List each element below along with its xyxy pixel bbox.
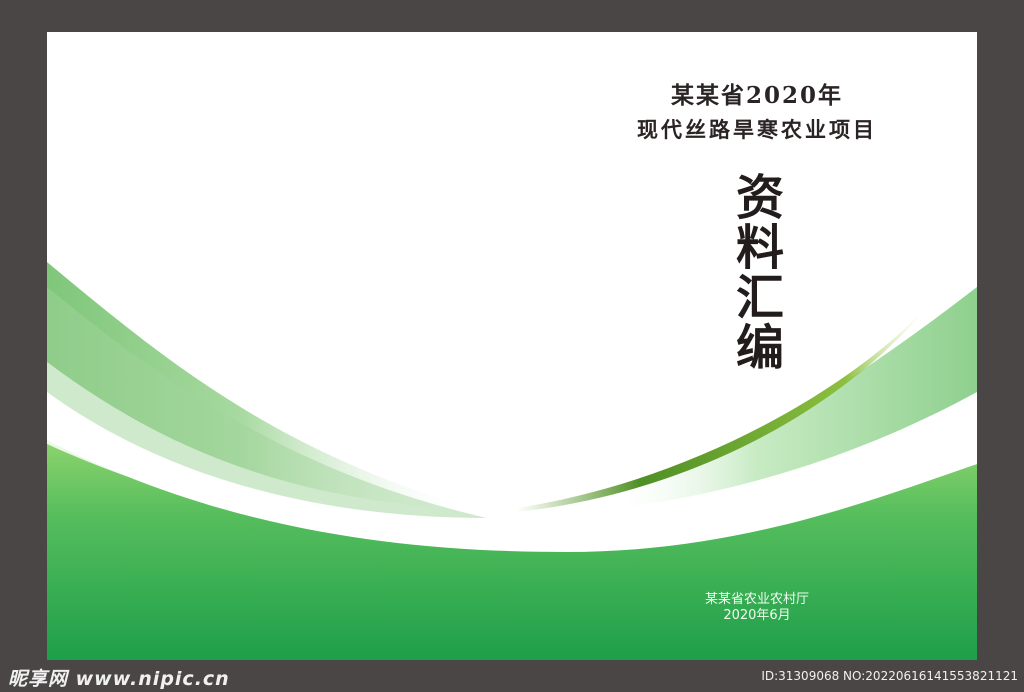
title-line-2: 现代丝路旱寒农业项目 xyxy=(637,117,877,142)
main-title: 资料汇编 xyxy=(727,172,783,372)
bottom-green-field xyxy=(47,440,977,660)
publisher-name: 某某省农业农村厅 xyxy=(704,592,809,607)
document-cover: 某某省2020年 现代丝路旱寒农业项目 资料汇编 某某省农业农村厅 2020年6… xyxy=(47,32,977,660)
site-logo-text: 昵享网 www.nipic.cn xyxy=(8,668,230,690)
publisher-block: 某某省农业农村厅 2020年6月 xyxy=(657,592,857,624)
publish-date: 2020年6月 xyxy=(723,608,791,623)
watermark-bar: 昵享网 www.nipic.cn ID:31309068 NO:20220616… xyxy=(0,660,1024,692)
image-id-text: ID:31309068 NO:20220616141553821121 xyxy=(761,669,1018,683)
title-line-1: 某某省2020年 xyxy=(670,82,843,109)
